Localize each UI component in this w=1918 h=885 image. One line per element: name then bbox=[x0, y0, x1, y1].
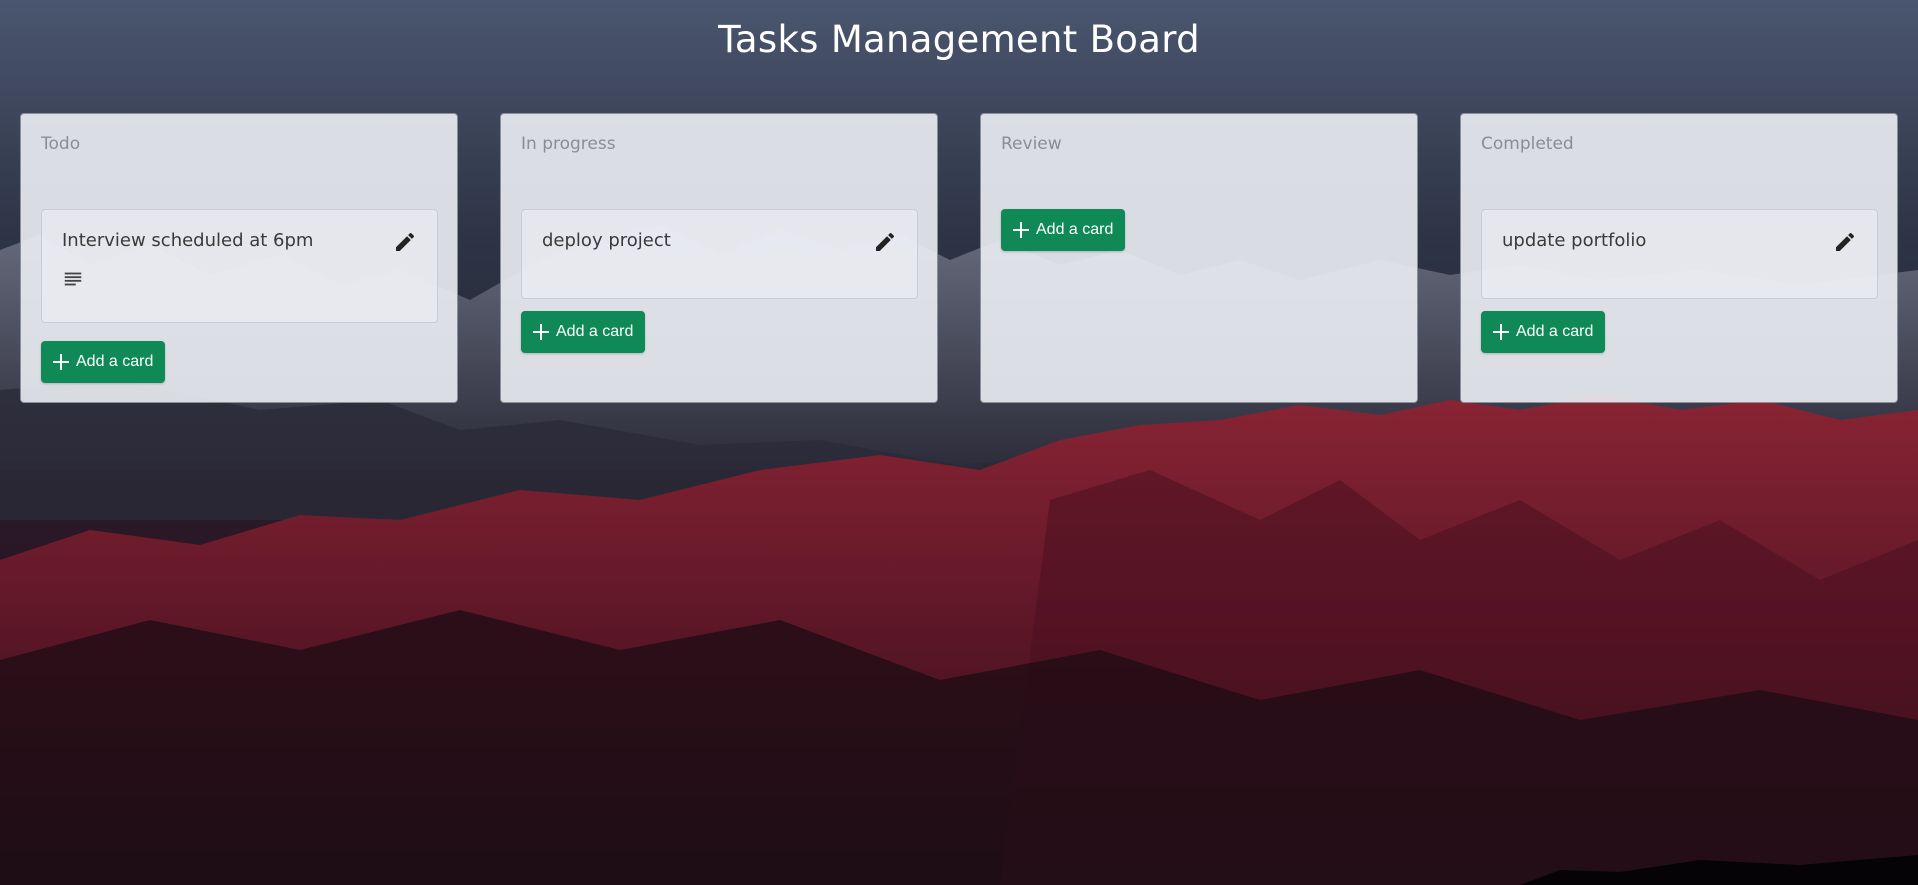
pencil-icon[interactable] bbox=[1833, 230, 1857, 254]
card-title: Interview scheduled at 6pm bbox=[62, 230, 314, 251]
add-card-label: Add a card bbox=[76, 353, 154, 370]
task-card[interactable]: Interview scheduled at 6pm bbox=[41, 209, 438, 323]
list-completed: Completed update portfolio Add a card bbox=[1460, 113, 1898, 403]
plus-icon bbox=[53, 354, 69, 370]
list-title: Completed bbox=[1481, 134, 1574, 154]
add-card-button[interactable]: Add a card bbox=[1481, 311, 1606, 353]
card-title: update portfolio bbox=[1502, 230, 1647, 251]
plus-icon bbox=[1493, 324, 1509, 340]
list-title: Review bbox=[1001, 134, 1062, 154]
task-card[interactable]: update portfolio bbox=[1481, 209, 1878, 299]
list-review: Review Add a card bbox=[980, 113, 1418, 403]
description-lines-icon bbox=[64, 272, 82, 286]
pencil-icon[interactable] bbox=[393, 230, 417, 254]
pencil-icon[interactable] bbox=[873, 230, 897, 254]
add-card-button[interactable]: Add a card bbox=[41, 341, 166, 383]
card-title: deploy project bbox=[542, 230, 671, 251]
plus-icon bbox=[1013, 222, 1029, 238]
board: Todo Interview scheduled at 6pm Add a ca… bbox=[0, 113, 1918, 403]
list-title: In progress bbox=[521, 134, 616, 154]
add-card-button[interactable]: Add a card bbox=[1001, 209, 1126, 251]
task-card[interactable]: deploy project bbox=[521, 209, 918, 299]
list-title: Todo bbox=[41, 134, 81, 154]
add-card-label: Add a card bbox=[1036, 221, 1114, 238]
add-card-label: Add a card bbox=[1516, 323, 1594, 340]
add-card-label: Add a card bbox=[556, 323, 634, 340]
list-todo: Todo Interview scheduled at 6pm Add a ca… bbox=[20, 113, 458, 403]
plus-icon bbox=[533, 324, 549, 340]
list-in-progress: In progress deploy project Add a card bbox=[500, 113, 938, 403]
page-title: Tasks Management Board bbox=[718, 18, 1200, 61]
add-card-button[interactable]: Add a card bbox=[521, 311, 646, 353]
